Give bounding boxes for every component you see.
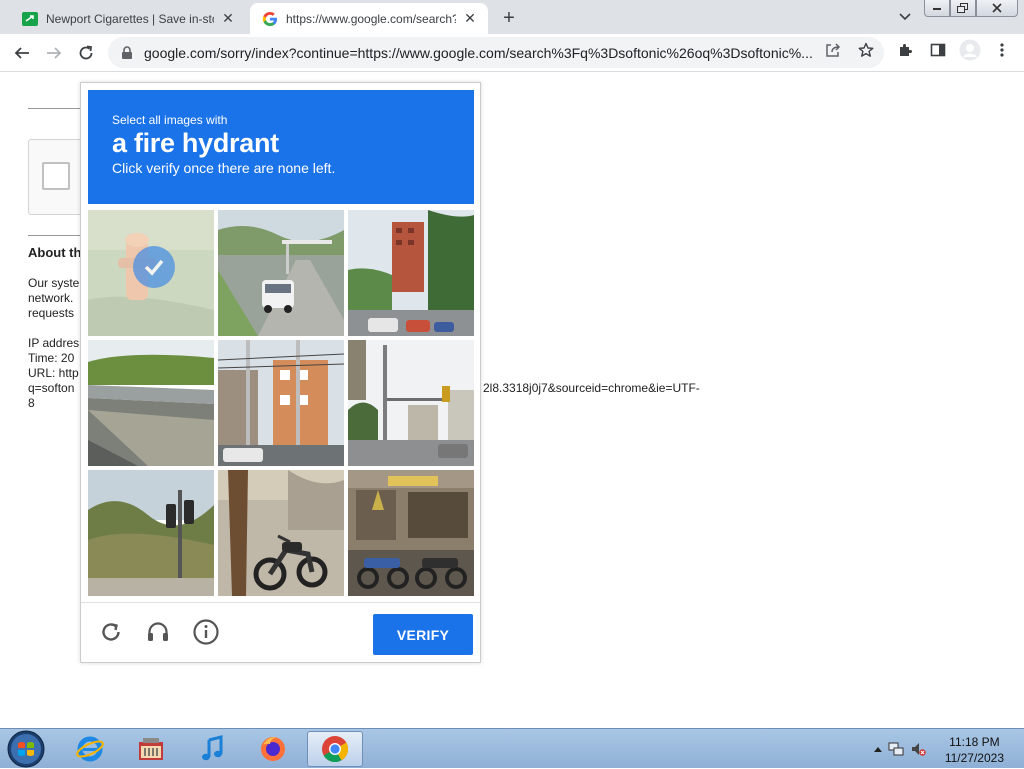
url-text: google.com/sorry/index?continue=https://… (144, 44, 813, 61)
instruction-text: Select all images with (112, 113, 228, 127)
browser-toolbar: google.com/sorry/index?continue=https://… (0, 34, 1024, 72)
taskbar-clock[interactable]: 11:18 PM 11/27/2023 (945, 734, 1004, 766)
back-icon[interactable] (10, 41, 34, 65)
about-heading: About th (28, 245, 82, 260)
page-text-line: IP addres (28, 336, 80, 350)
image-tile-fire-hydrant[interactable] (88, 210, 214, 336)
media-center-icon[interactable] (123, 731, 179, 767)
reload-icon[interactable] (96, 617, 126, 647)
image-tile-buildings[interactable] (218, 340, 344, 466)
windows-taskbar: 11:18 PM 11/27/2023 (0, 728, 1024, 768)
tab-newport[interactable]: Newport Cigarettes | Save in-sto ✕ (10, 3, 246, 34)
page-text-line: URL: http (28, 366, 79, 380)
start-orb-icon[interactable] (6, 730, 46, 768)
reload-page-icon[interactable] (74, 41, 98, 65)
page-text-line: network. (28, 291, 74, 305)
info-icon[interactable] (191, 617, 221, 647)
divider (28, 108, 80, 109)
forward-icon[interactable] (42, 41, 66, 65)
window-controls (924, 0, 1018, 17)
image-tile-overpass[interactable] (88, 340, 214, 466)
restore-button[interactable] (950, 0, 976, 17)
address-bar[interactable]: google.com/sorry/index?continue=https://… (108, 37, 884, 68)
minimize-button[interactable] (924, 0, 950, 17)
extensions-puzzle-icon[interactable] (897, 41, 915, 59)
google-favicon-icon (262, 11, 278, 27)
image-tile-road[interactable] (218, 210, 344, 336)
clock-date: 11/27/2023 (944, 751, 1004, 765)
page-text-line: Our syste (28, 276, 80, 290)
recaptcha-widget (28, 139, 88, 215)
show-hidden-icons-icon[interactable] (870, 741, 886, 757)
tab-bar: Newport Cigarettes | Save in-sto ✕ https… (0, 0, 1024, 34)
recaptcha-checkbox[interactable] (42, 162, 70, 190)
network-icon[interactable] (888, 741, 904, 757)
side-panel-icon[interactable] (929, 41, 947, 59)
audio-headphones-icon[interactable] (143, 617, 173, 647)
volume-muted-icon[interactable] (910, 741, 926, 757)
clock-time: 11:18 PM (949, 735, 1000, 749)
tab-close-icon[interactable]: ✕ (460, 9, 480, 29)
challenge-footer: VERIFY (81, 602, 480, 662)
bookmark-star-icon[interactable] (857, 41, 875, 59)
chrome-menu-icon[interactable] (993, 41, 1011, 59)
target-object: a fire hydrant (112, 128, 279, 158)
page-text-line: 8 (28, 396, 35, 410)
profile-avatar-icon[interactable] (959, 39, 981, 61)
url-tail-text: 2l8.3318j0j7&sourceid=chrome&ie=UTF- (483, 381, 700, 395)
challenge-header: Select all images with a fire hydrant Cl… (88, 90, 474, 204)
share-icon[interactable] (824, 41, 842, 59)
close-window-button[interactable] (976, 0, 1018, 17)
lock-icon[interactable] (120, 45, 134, 60)
recaptcha-challenge: Select all images with a fire hydrant Cl… (80, 82, 481, 663)
verify-button[interactable]: VERIFY (373, 614, 473, 655)
page-text-line: requests (28, 306, 75, 320)
page-text-line: q=softon (28, 381, 75, 395)
image-tile-traffic-light-shrubs[interactable] (88, 470, 214, 596)
tab-search-chevron-icon[interactable] (896, 8, 914, 26)
newport-favicon-icon (22, 11, 38, 27)
tab-title: Newport Cigarettes | Save in-sto (46, 11, 214, 26)
internet-explorer-icon[interactable] (62, 731, 118, 767)
page-text-line: Time: 20 (28, 351, 75, 365)
itunes-icon[interactable] (184, 731, 240, 767)
new-tab-button[interactable]: + (498, 7, 520, 29)
image-tile-street-building[interactable] (348, 210, 474, 336)
tab-close-icon[interactable]: ✕ (218, 9, 238, 29)
selected-check-icon (133, 246, 175, 288)
image-grid (88, 210, 474, 596)
instruction-subtext: Click verify once there are none left. (112, 160, 336, 176)
tab-title: https://www.google.com/search? (286, 11, 456, 26)
system-tray: 11:18 PM 11/27/2023 (864, 729, 1024, 769)
divider (28, 235, 80, 236)
image-tile-motorcycle[interactable] (218, 470, 344, 596)
tab-google[interactable]: https://www.google.com/search? ✕ (250, 3, 488, 34)
image-tile-parked-motorcycles[interactable] (348, 470, 474, 596)
firefox-icon[interactable] (245, 731, 301, 767)
chrome-icon[interactable] (307, 731, 363, 767)
image-tile-traffic-light-street[interactable] (348, 340, 474, 466)
